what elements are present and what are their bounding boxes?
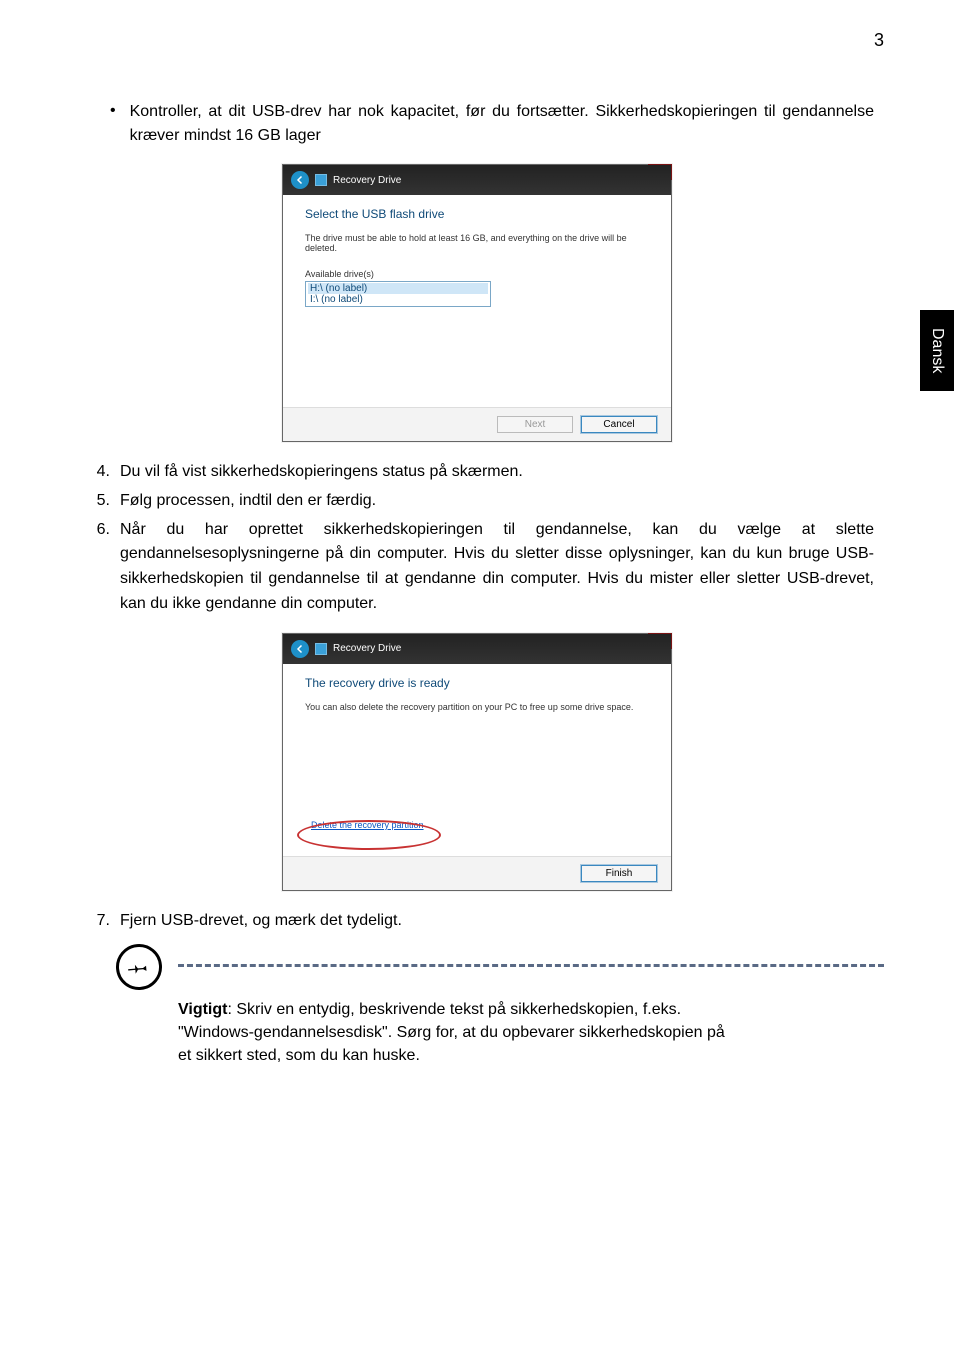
app-icon	[315, 643, 327, 655]
step-7: 7. Fjern USB-drevet, og mærk det tydelig…	[90, 909, 874, 934]
dialog-footer: Next Cancel	[283, 407, 671, 441]
step-text: Fjern USB-drevet, og mærk det tydeligt.	[120, 909, 874, 934]
recovery-drive-dialog-select: x Recovery Drive Select the USB flash dr…	[282, 164, 672, 442]
dialog-footer: Finish	[283, 856, 671, 890]
app-icon	[315, 174, 327, 186]
drive-list[interactable]: H:\ (no label) I:\ (no label)	[305, 281, 491, 307]
pin-icon	[114, 942, 164, 992]
step-text: Når du har oprettet sikkerhedskopieringe…	[120, 518, 874, 617]
dialog-description: The drive must be able to hold at least …	[305, 233, 649, 253]
dialog-heading: Select the USB flash drive	[305, 207, 649, 221]
drive-item[interactable]: I:\ (no label)	[308, 294, 488, 305]
step-number: 7.	[90, 909, 110, 934]
bullet-text: Kontroller, at dit USB-drev har nok kapa…	[130, 100, 874, 148]
step-number: 5.	[90, 489, 110, 514]
finish-button[interactable]: Finish	[581, 865, 657, 882]
recovery-drive-dialog-ready: x Recovery Drive The recovery drive is r…	[282, 633, 672, 891]
note-body: : Skriv en entydig, beskrivende tekst på…	[178, 1001, 725, 1064]
dialog-title: Recovery Drive	[333, 175, 401, 186]
back-icon[interactable]	[291, 171, 309, 189]
step-6: 6. Når du har oprettet sikkerhedskopieri…	[90, 518, 874, 617]
step-4: 4. Du vil få vist sikkerhedskopieringens…	[90, 460, 874, 485]
next-button[interactable]: Next	[497, 416, 573, 433]
bullet-marker: •	[110, 100, 116, 148]
cancel-button[interactable]: Cancel	[581, 416, 657, 433]
note-label: Vigtigt	[178, 1001, 227, 1018]
important-note: Vigtigt: Skriv en entydig, beskrivende t…	[178, 998, 738, 1068]
dashed-divider	[178, 964, 884, 967]
dialog-title-bar: Recovery Drive	[283, 165, 671, 195]
step-number: 4.	[90, 460, 110, 485]
page-number: 3	[874, 30, 884, 51]
dialog-heading: The recovery drive is ready	[305, 676, 649, 690]
step-text: Du vil få vist sikkerhedskopieringens st…	[120, 460, 874, 485]
back-icon[interactable]	[291, 640, 309, 658]
dialog-title: Recovery Drive	[333, 643, 401, 654]
dialog-title-bar: Recovery Drive	[283, 634, 671, 664]
language-tab: Dansk	[920, 310, 954, 391]
delete-recovery-partition-link[interactable]: Delete the recovery partition	[305, 818, 430, 832]
available-drives-label: Available drive(s)	[305, 269, 649, 279]
drive-item-selected[interactable]: H:\ (no label)	[308, 283, 488, 294]
dialog-description: You can also delete the recovery partiti…	[305, 702, 649, 712]
step-text: Følg processen, indtil den er færdig.	[120, 489, 874, 514]
step-5: 5. Følg processen, indtil den er færdig.	[90, 489, 874, 514]
step-number: 6.	[90, 518, 110, 617]
